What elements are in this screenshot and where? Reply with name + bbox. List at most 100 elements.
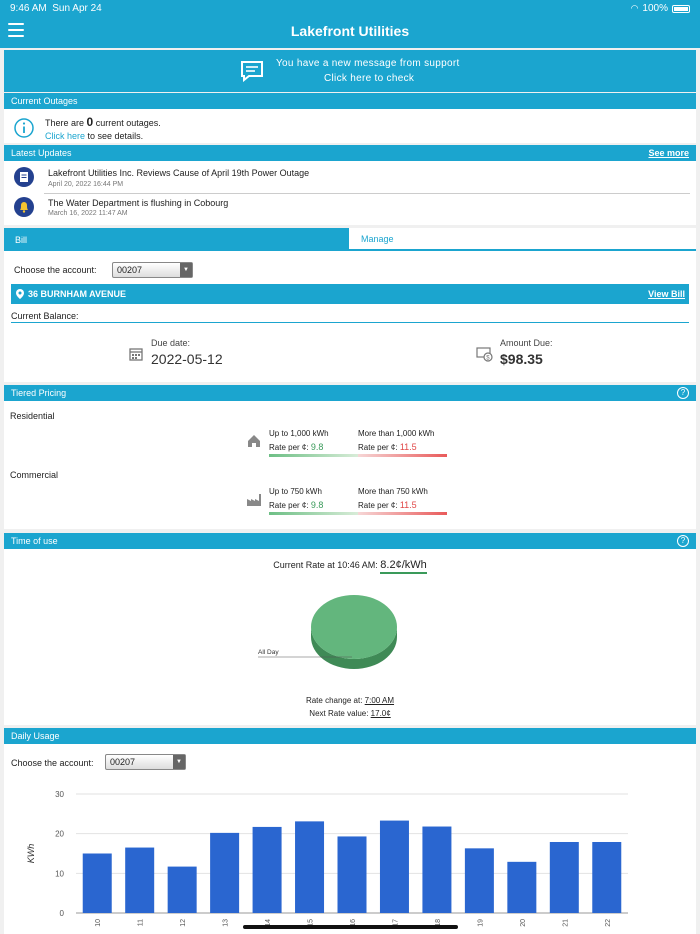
- bar: [337, 836, 367, 913]
- residential-rate-1: Rate per ¢: 9.8: [269, 442, 324, 452]
- banner-line-1: You have a new message from support: [276, 58, 460, 69]
- next-rate: Next Rate value: 17.0¢: [309, 709, 391, 718]
- help-icon[interactable]: ?: [677, 535, 689, 547]
- info-icon: [14, 118, 34, 138]
- residential-rate-2: Rate per ¢: 11.5: [358, 442, 417, 452]
- money-icon: $: [476, 347, 493, 362]
- bar: [592, 841, 622, 913]
- battery-icon: [672, 4, 690, 13]
- y-tick-label: 20: [55, 830, 64, 839]
- time-of-use-panel: Current Rate at 10:46 AM: 8.2¢/kWh All D…: [4, 549, 696, 725]
- bar: [295, 821, 325, 913]
- updates-panel: Lakefront Utilities Inc. Reviews Cause o…: [4, 161, 696, 225]
- choose-account-label: Choose the account:: [14, 265, 97, 275]
- update-item-2[interactable]: The Water Department is flushing in Cobo…: [4, 195, 696, 223]
- pie-label: All Day: [258, 649, 279, 656]
- bell-icon: [14, 197, 34, 217]
- bar: [464, 848, 494, 913]
- pie-slice: [311, 595, 397, 659]
- amount-due-label: Amount Due:: [500, 338, 553, 348]
- update-date: April 20, 2022 16:44 PM: [48, 181, 124, 188]
- y-axis-label: KWh: [26, 844, 36, 864]
- x-tick-label: 21: [562, 919, 569, 927]
- bar: [125, 847, 155, 913]
- account-select[interactable]: 00207 ▼: [112, 262, 193, 278]
- updates-header: Latest Updates See more: [4, 145, 696, 161]
- battery-percent: 100%: [642, 3, 668, 14]
- bar: [82, 853, 112, 913]
- chevron-down-icon: ▼: [173, 755, 185, 769]
- balance-label: Current Balance:: [11, 311, 79, 321]
- time-of-use-header: Time of use ?: [4, 533, 696, 549]
- address-text: 36 BURNHAM AVENUE: [28, 289, 127, 299]
- due-date-label: Due date:: [151, 338, 191, 348]
- time-of-use-pie-chart: All Day: [258, 595, 397, 669]
- divider: [11, 322, 689, 323]
- house-icon: [248, 435, 260, 447]
- x-tick-label: 13: [223, 919, 230, 927]
- update-item-1[interactable]: Lakefront Utilities Inc. Reviews Cause o…: [4, 165, 696, 193]
- x-tick-label: 10: [95, 919, 102, 927]
- usage-account-select[interactable]: 00207 ▼: [105, 754, 186, 770]
- home-indicator[interactable]: [243, 925, 458, 929]
- bar: [252, 826, 282, 913]
- bar: [549, 841, 579, 913]
- commercial-label: Commercial: [10, 470, 59, 480]
- bill-panel: Choose the account: 00207 ▼ 36 BURNHAM AV…: [4, 251, 696, 382]
- x-tick-label: 22: [605, 919, 612, 927]
- tab-bill[interactable]: Bill: [4, 228, 349, 251]
- daily-usage-chart: 0102030KWh10 11 12 13 14 15 16 17 18 19 20 21 22: [26, 790, 628, 927]
- daily-usage-header: Daily Usage: [4, 728, 696, 744]
- chevron-down-icon: ▼: [180, 263, 192, 277]
- y-tick-label: 0: [60, 909, 65, 918]
- update-title: The Water Department is flushing in Cobo…: [48, 198, 229, 208]
- status-right: ◠ 100%: [631, 3, 690, 14]
- tiered-pricing-panel: Residential Up to 1,000 kWh Rate per ¢: …: [4, 401, 696, 529]
- tab-manage[interactable]: Manage: [349, 228, 696, 251]
- residential-tier-2: More than 1,000 kWh: [358, 429, 435, 438]
- outages-details: Click here to see details.: [45, 131, 144, 141]
- rate-change: Rate change at: 7:00 AM: [305, 696, 395, 705]
- choose-account-label: Choose the account:: [11, 758, 94, 768]
- bar: [167, 866, 197, 913]
- chat-icon: [241, 61, 263, 82]
- outages-link[interactable]: Click here: [45, 131, 85, 141]
- low-rate-bar: [269, 454, 358, 457]
- x-tick-label: 12: [180, 919, 187, 927]
- nav-bar: Lakefront Utilities: [0, 16, 700, 48]
- outages-header: Current Outages: [4, 93, 696, 109]
- current-rate-value: 8.2¢/kWh: [380, 559, 427, 574]
- y-tick-label: 10: [55, 869, 64, 878]
- help-icon[interactable]: ?: [677, 387, 689, 399]
- y-tick-label: 30: [55, 790, 64, 799]
- bar: [379, 820, 409, 913]
- low-rate-bar: [269, 512, 358, 515]
- banner-line-2: Click here to check: [324, 73, 415, 84]
- commercial-tier-1: Up to 750 kWh: [269, 487, 322, 496]
- commercial-rate-1: Rate per ¢: 9.8: [269, 500, 324, 510]
- x-tick-label: 11: [138, 919, 145, 926]
- view-bill-link[interactable]: View Bill: [648, 289, 685, 299]
- status-time: 9:46 AM Sun Apr 24: [10, 3, 102, 14]
- update-date: March 16, 2022 11:47 AM: [48, 210, 128, 217]
- x-tick-label: 19: [477, 919, 484, 927]
- high-rate-bar: [358, 454, 447, 457]
- app-title: Lakefront Utilities: [290, 23, 410, 39]
- support-message-banner[interactable]: You have a new message from support Clic…: [4, 50, 696, 92]
- news-icon: [14, 167, 34, 187]
- divider: [44, 193, 690, 194]
- outages-panel: There are 0 current outages. Click here …: [4, 109, 696, 143]
- commercial-tier-2: More than 750 kWh: [358, 487, 428, 496]
- bar: [507, 861, 537, 913]
- calendar-icon: [129, 348, 143, 361]
- factory-icon: [247, 494, 261, 506]
- amount-due-value: $98.35: [500, 351, 543, 367]
- current-rate: Current Rate at 10:46 AM: 8.2¢/kWh: [4, 559, 696, 574]
- bar: [210, 832, 240, 913]
- outages-count: 0: [86, 115, 94, 129]
- update-title: Lakefront Utilities Inc. Reviews Cause o…: [48, 168, 310, 178]
- residential-tier-1: Up to 1,000 kWh: [269, 429, 329, 438]
- outages-text: There are 0 current outages.: [45, 115, 161, 129]
- residential-label: Residential: [10, 411, 55, 421]
- see-more-link[interactable]: See more: [648, 148, 689, 158]
